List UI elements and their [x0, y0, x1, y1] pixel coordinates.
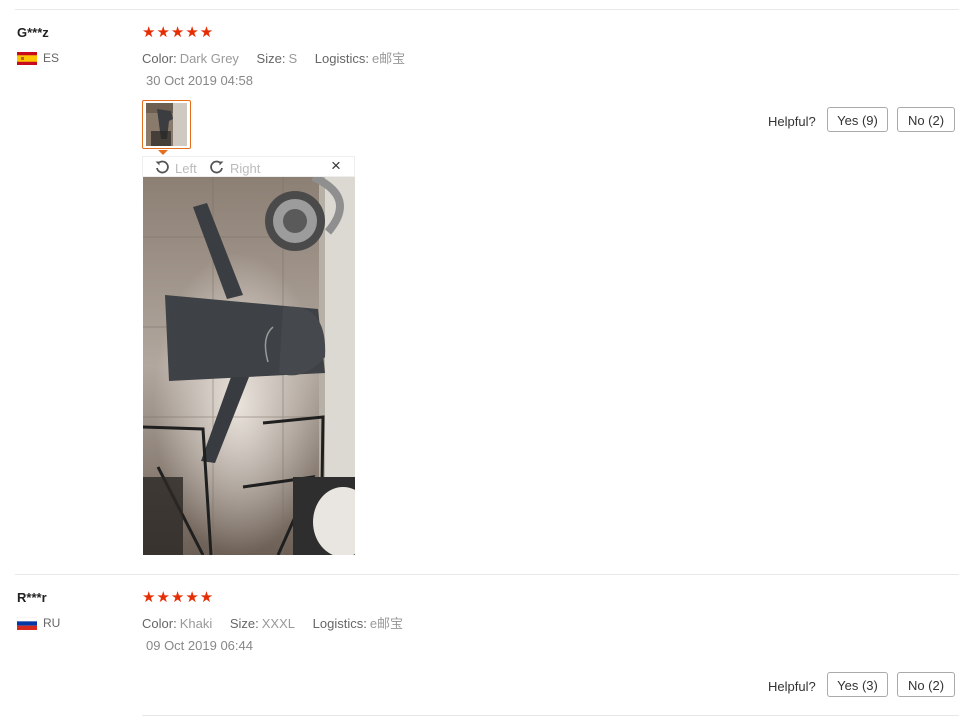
russia-flag-icon — [16, 616, 38, 630]
review-attributes: Color: Khaki Size: XXXL Logistics: e邮宝 — [142, 613, 403, 632]
color-label: Color: — [142, 51, 177, 66]
logistics-value: e邮宝 — [371, 51, 406, 66]
divider-top — [15, 9, 959, 10]
size-value: XXXL — [261, 616, 295, 631]
size-label: Size: — [256, 51, 286, 66]
star-rating: ★★★★★ — [142, 24, 215, 41]
logistics-label: Logistics: — [314, 51, 369, 66]
color-value: Khaki — [179, 616, 213, 631]
rotate-left-button[interactable]: Left — [154, 159, 197, 178]
logistics-value: e邮宝 — [369, 616, 404, 631]
logistics-label: Logistics: — [312, 616, 367, 631]
review-attributes: Color: Dark Grey Size: S Logistics: e邮宝 — [142, 48, 405, 67]
helpful-no-button[interactable]: No (2) — [897, 672, 955, 697]
rotate-right-button[interactable]: Right — [209, 159, 260, 178]
country-code: RU — [43, 616, 61, 630]
helpful-yes-button[interactable]: Yes (3) — [827, 672, 888, 697]
color-value: Dark Grey — [179, 51, 239, 66]
close-icon[interactable]: × — [331, 156, 341, 176]
rotate-right-icon — [209, 159, 225, 178]
spain-flag-icon — [17, 51, 37, 65]
country-code: ES — [43, 51, 60, 65]
helpful-yes-button[interactable]: Yes (9) — [827, 107, 888, 132]
photo-thumbnail[interactable] — [142, 100, 191, 149]
review-date: 09 Oct 2019 06:44 — [146, 638, 253, 653]
color-label: Color: — [142, 616, 177, 631]
review-photo — [143, 177, 355, 555]
review-date: 30 Oct 2019 04:58 — [146, 73, 253, 88]
thumbnail-pointer — [158, 150, 168, 155]
divider-middle — [15, 574, 959, 575]
size-value: S — [288, 51, 298, 66]
helpful-label: Helpful? — [768, 679, 816, 694]
rotate-left-label: Left — [175, 161, 197, 176]
helpful-no-button[interactable]: No (2) — [897, 107, 955, 132]
reviewer-country: RU — [16, 616, 61, 630]
reviewer-name: G***z — [17, 25, 49, 40]
photo-viewer-toolbar: Left Right × — [142, 156, 355, 177]
reviewer-name: R***r — [17, 590, 47, 605]
size-label: Size: — [229, 616, 259, 631]
helpful-label: Helpful? — [768, 114, 816, 129]
rotate-right-label: Right — [230, 161, 261, 176]
rotate-left-icon — [154, 159, 170, 178]
reviewer-country: ES — [17, 51, 59, 65]
star-rating: ★★★★★ — [142, 589, 215, 606]
